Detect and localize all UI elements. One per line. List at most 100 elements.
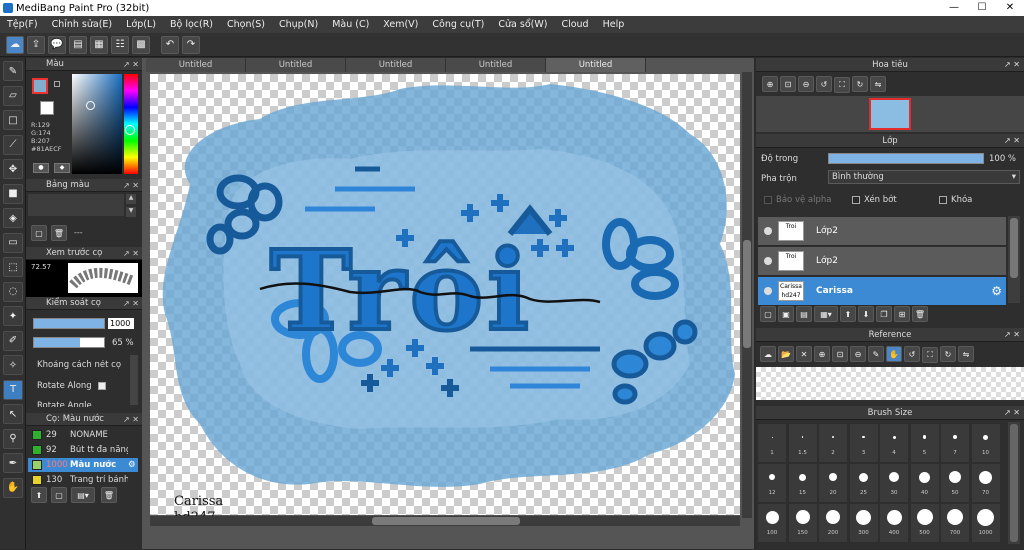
comment-icon[interactable]: 💬 (48, 35, 66, 54)
menu-layer[interactable]: Lớp(L) (119, 19, 163, 30)
foreground-color-swatch[interactable] (32, 78, 48, 94)
brush-size-preset[interactable]: 7 (941, 424, 969, 462)
menu-file[interactable]: Tệp(F) (0, 19, 45, 30)
move-tool-icon[interactable]: ✥ (3, 159, 23, 179)
panel-close-icon[interactable]: ↗ ✕ (1004, 406, 1020, 420)
layer-list-scrollbar[interactable] (1008, 216, 1020, 303)
move-layer-up-icon[interactable]: ⬆ (840, 306, 856, 322)
gear-icon[interactable]: ⚙ (991, 284, 1002, 298)
eyedropper-icon[interactable]: ⚲ (3, 428, 23, 449)
rotate-along-checkbox[interactable] (98, 382, 106, 390)
brush-control-scrollbar[interactable] (130, 355, 138, 405)
brush-size-preset[interactable]: 15 (788, 464, 817, 502)
text-tool-icon[interactable]: T (3, 379, 23, 400)
gradient-tool-icon[interactable]: ▭ (3, 232, 23, 253)
new-folder-icon[interactable]: ▤ (796, 306, 812, 322)
menu-select[interactable]: Chọn(S) (220, 19, 272, 30)
new-halftone-layer-icon[interactable]: ▣ (778, 306, 794, 322)
reference-zoom-out-icon[interactable]: ⊖ (850, 346, 866, 362)
menu-snap[interactable]: Chụp(N) (272, 19, 325, 30)
select-pen-icon[interactable]: ✐ (3, 330, 23, 351)
navigator-fit-icon[interactable]: ⛶ (834, 76, 850, 93)
panel-close-icon[interactable]: ↗ ✕ (1004, 134, 1020, 148)
new-palette-icon[interactable]: ▢ (31, 225, 47, 241)
cloud-icon[interactable]: ☁ (6, 35, 24, 54)
tiles-icon[interactable]: ▩ (132, 35, 150, 54)
brush-size-preset[interactable]: 10 (971, 424, 1000, 462)
maximize-button[interactable]: ☐ (968, 0, 996, 16)
menu-help[interactable]: Help (596, 19, 632, 30)
brush-size-preset[interactable]: 150 (788, 504, 817, 542)
lock-checkbox[interactable] (939, 196, 947, 204)
reference-zoom-in-icon[interactable]: ⊕ (814, 346, 830, 362)
layer-opacity-slider[interactable] (828, 153, 984, 164)
navigator-preview[interactable] (756, 96, 1024, 132)
panel-close-icon[interactable]: ↗ ✕ (123, 297, 139, 310)
brush-size-preset[interactable]: 50 (941, 464, 969, 502)
brush-size-preset[interactable]: 30 (880, 464, 908, 502)
palette-swatch-area[interactable] (28, 194, 124, 216)
reference-eyedropper-icon[interactable]: ✎ (868, 346, 884, 362)
layer-row[interactable]: Troi Lớp2 (758, 217, 1006, 246)
brush-size-scrollbar[interactable] (1008, 422, 1020, 544)
layer-visibility-icon[interactable] (764, 257, 772, 265)
tab-untitled-2[interactable]: Untitled (246, 58, 346, 72)
delete-palette-icon[interactable]: 🗑 (51, 225, 67, 241)
menu-window[interactable]: Cửa sổ(W) (491, 19, 554, 30)
reference-rotate-right-icon[interactable]: ↻ (940, 346, 956, 362)
panel-close-icon[interactable]: ↗ ✕ (123, 58, 139, 71)
brush-size-preset[interactable]: 25 (849, 464, 878, 502)
horizontal-scroll-thumb[interactable] (372, 517, 520, 525)
panel-close-icon[interactable]: ↗ ✕ (123, 413, 139, 426)
add-brush-icon[interactable]: ⬆ (31, 487, 47, 503)
tab-untitled-4[interactable]: Untitled (446, 58, 546, 72)
layer-options-icon[interactable]: ▦▾ (814, 306, 838, 322)
redo-icon[interactable]: ↷ (182, 35, 200, 54)
panel-close-icon[interactable]: ↗ ✕ (123, 247, 139, 260)
swap-color-icon[interactable] (54, 81, 60, 87)
eraser-tool-icon[interactable]: ▱ (3, 85, 23, 106)
brush-size-preset[interactable]: 20 (819, 464, 847, 502)
menu-color[interactable]: Màu (C) (325, 19, 376, 30)
divide-tool-icon[interactable]: ↖ (3, 404, 23, 424)
merge-layer-icon[interactable]: ⊞ (894, 306, 910, 322)
menu-view[interactable]: Xem(V) (376, 19, 425, 30)
clipping-checkbox[interactable] (852, 196, 860, 204)
brush-list-item[interactable]: 1000 Màu nước ⚙ (28, 458, 138, 472)
brush-list-item[interactable]: 29 NONAME (28, 428, 138, 442)
reference-cloud-icon[interactable]: ☁ (760, 346, 776, 362)
brush-size-preset[interactable]: 1.5 (788, 424, 817, 462)
menu-filter[interactable]: Bộ lọc(R) (163, 19, 220, 30)
duplicate-layer-icon[interactable]: ❐ (876, 306, 892, 322)
blend-mode-select[interactable]: Bình thường ▾ (828, 170, 1020, 184)
palette-scroll-up[interactable]: ▲ (126, 194, 136, 204)
navigator-zoom-out-icon[interactable]: ⊖ (798, 76, 814, 92)
grid-list-icon[interactable]: ☷ (111, 35, 129, 54)
brush-size-preset[interactable]: 2 (819, 424, 847, 462)
protect-alpha-checkbox[interactable] (764, 196, 772, 204)
select-eraser-icon[interactable]: ✧ (3, 355, 23, 375)
vertical-scroll-thumb[interactable] (743, 240, 751, 348)
drawing-canvas[interactable]: Trôi Carissa hd247 (150, 74, 740, 525)
navigator-zoom-fit-icon[interactable]: ⊡ (780, 76, 796, 92)
brush-size-preset[interactable]: 1 (758, 424, 786, 462)
brush-size-preset[interactable]: 40 (910, 464, 939, 502)
color-mode-button[interactable]: ● (33, 163, 49, 173)
tab-untitled-1[interactable]: Untitled (146, 58, 246, 72)
tab-untitled-3[interactable]: Untitled (346, 58, 446, 72)
reference-flip-icon[interactable]: ⇋ (958, 346, 974, 362)
brush-size-preset[interactable]: 4 (880, 424, 908, 462)
brush-size-preset[interactable]: 500 (910, 504, 939, 542)
reference-fullscreen-icon[interactable]: ⛶ (922, 346, 938, 363)
reference-close-icon[interactable]: ✕ (796, 346, 812, 362)
fill-rect-tool-icon[interactable]: ■ (3, 183, 23, 204)
canvas-vertical-scrollbar[interactable] (742, 72, 752, 518)
layer-visibility-icon[interactable] (764, 287, 772, 295)
brush-size-preset[interactable]: 1000 (971, 504, 1000, 542)
new-layer-icon[interactable]: ▢ (760, 306, 776, 322)
gear-icon[interactable]: ⚙ (128, 460, 136, 470)
undo-icon[interactable]: ↶ (161, 35, 179, 54)
brush-opacity-slider[interactable] (33, 337, 105, 348)
tab-untitled-5[interactable]: Untitled (546, 58, 646, 72)
brush-size-preset[interactable]: 100 (758, 504, 786, 542)
